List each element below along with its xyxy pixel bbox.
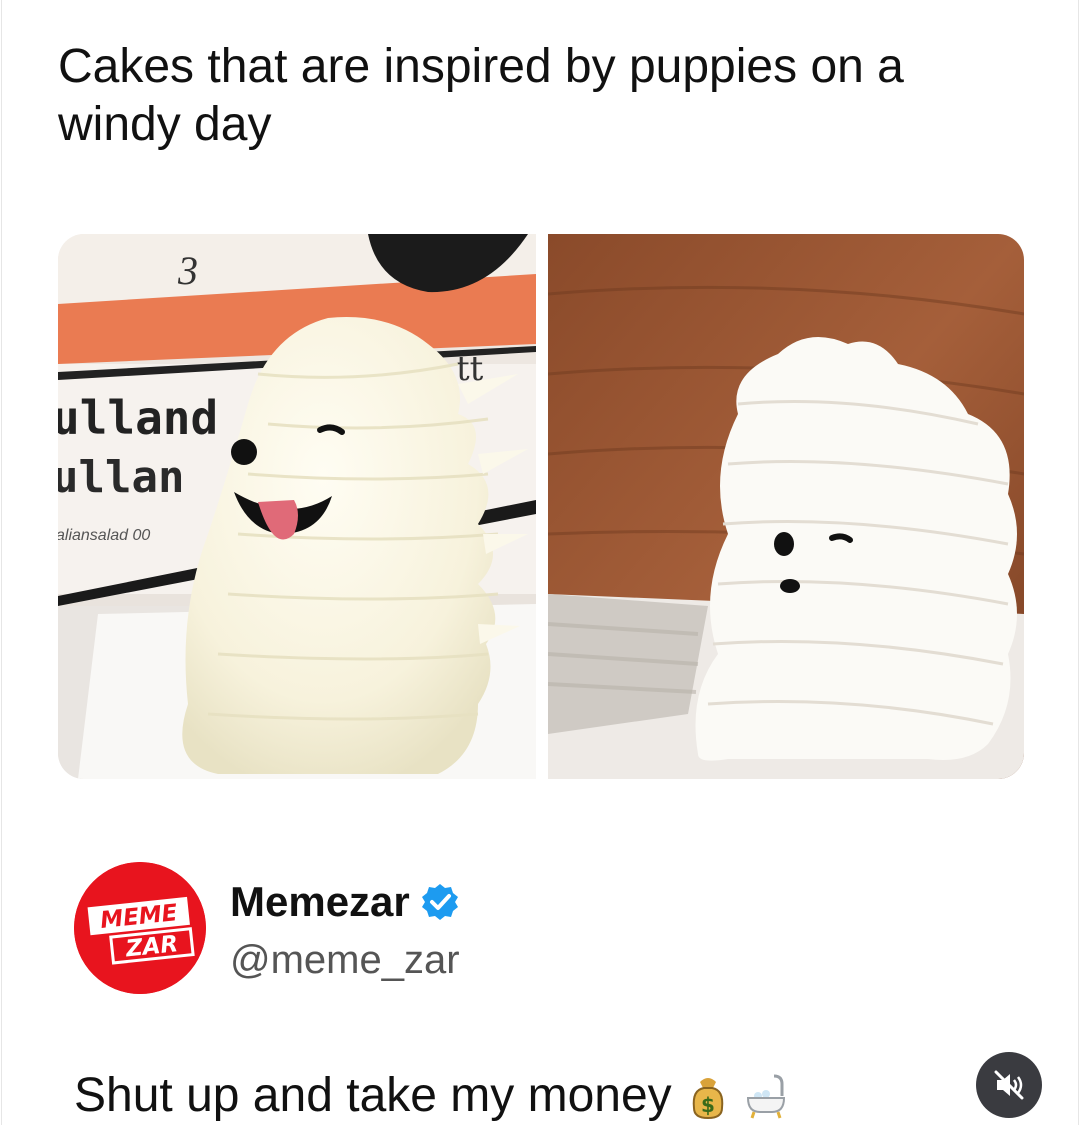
avatar-text-bottom: ZAR — [124, 931, 180, 962]
photo-fluffy-puppy-cake[interactable] — [548, 234, 1024, 779]
samoyed-cake-image: 3 ulland ullan valiansalad 00 tt — [58, 234, 536, 779]
photo-samoyed-cake[interactable]: 3 ulland ullan valiansalad 00 tt — [58, 234, 536, 779]
bathtub-icon — [744, 1072, 788, 1120]
money-bag-icon: $ — [686, 1072, 730, 1120]
verified-badge-icon — [420, 882, 460, 922]
mute-toggle-button[interactable] — [976, 1052, 1042, 1118]
box-label-3: valiansalad 00 — [58, 527, 150, 544]
speaker-muted-icon — [994, 1070, 1024, 1100]
photo-grid[interactable]: 3 ulland ullan valiansalad 00 tt — [58, 234, 1024, 779]
left-frame-edge — [1, 0, 2, 1125]
author-name[interactable]: Memezar — [230, 878, 410, 926]
author-name-row: Memezar — [230, 878, 460, 926]
post-caption: Cakes that are inspired by puppies on a … — [58, 40, 904, 151]
box-label-2: ullan — [58, 452, 184, 503]
box-number: 3 — [177, 248, 198, 293]
author-handle[interactable]: @meme_zar — [230, 938, 460, 983]
reply-text: Shut up and take my money — [74, 1069, 672, 1122]
avatar[interactable]: MEME ZAR — [74, 862, 206, 994]
memezar-logo-icon: MEME ZAR — [74, 862, 206, 994]
svg-text:$: $ — [701, 1093, 715, 1117]
reply-text-row: Shut up and take my money $ — [74, 1068, 788, 1123]
box-label-1: ulland — [58, 391, 218, 445]
author-card[interactable]: MEME ZAR Memezar @meme_zar — [74, 862, 774, 994]
right-frame-edge — [1078, 0, 1079, 1125]
fluffy-puppy-cake-image — [548, 234, 1024, 779]
